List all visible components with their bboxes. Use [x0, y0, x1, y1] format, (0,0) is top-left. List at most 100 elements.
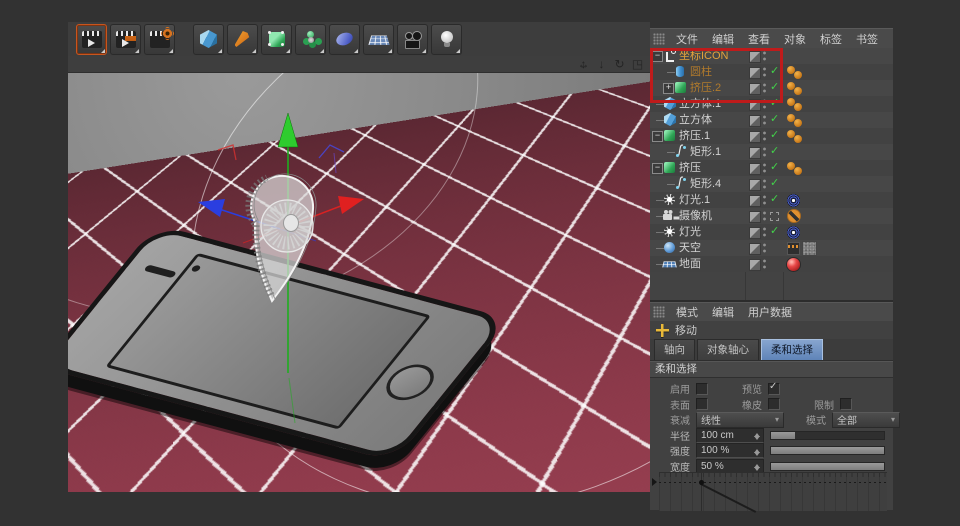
curve-keyframe-point[interactable]	[699, 480, 704, 485]
object-row[interactable]: 地面	[650, 256, 893, 272]
light-tool-button[interactable]	[431, 24, 462, 55]
visibility-dots[interactable]	[762, 162, 767, 174]
falloff-curve[interactable]	[659, 472, 887, 511]
object-row[interactable]: 灯光✓	[650, 224, 893, 240]
visibility-dots[interactable]	[762, 242, 767, 254]
menu-item[interactable]: 用户数据	[741, 307, 799, 319]
plane-handle-red[interactable]	[218, 145, 236, 160]
zoom-icon[interactable]: ↓	[595, 57, 608, 71]
menu-item[interactable]: 书签	[849, 34, 885, 46]
spinner-icon[interactable]	[753, 460, 761, 472]
plane-handle-blue[interactable]	[319, 145, 344, 158]
object-row[interactable]: 立方体✓	[650, 112, 893, 128]
number-input[interactable]: 100 cm	[696, 428, 764, 443]
collapse-icon[interactable]: −	[652, 131, 663, 142]
layer-toggle[interactable]	[749, 179, 761, 191]
object-row[interactable]: 矩形.1✓	[650, 144, 893, 160]
menu-item[interactable]: 查看	[741, 34, 777, 46]
layer-toggle[interactable]	[749, 227, 761, 239]
phong-tag[interactable]	[794, 103, 802, 111]
object-row[interactable]: 天空	[650, 240, 893, 256]
compositing-tag[interactable]	[787, 242, 800, 255]
render-settings-button[interactable]	[144, 24, 175, 55]
menu-item[interactable]: 编辑	[705, 34, 741, 46]
menu-item[interactable]: 文件	[669, 34, 705, 46]
object-row[interactable]: 立方体.1✓	[650, 96, 893, 112]
visibility-dots[interactable]	[762, 146, 767, 158]
y-axis-arrow[interactable]	[278, 113, 298, 147]
phong-tag[interactable]	[794, 135, 802, 143]
tab-轴向[interactable]: 轴向	[654, 339, 695, 360]
layer-toggle[interactable]	[749, 243, 761, 255]
enable-state[interactable]: ✓	[770, 144, 779, 159]
panel-grip-icon[interactable]	[653, 306, 665, 318]
visibility-dots[interactable]	[762, 98, 767, 110]
phong-tag[interactable]	[794, 71, 802, 79]
phong-tag[interactable]	[794, 119, 802, 127]
layer-toggle[interactable]	[749, 51, 761, 63]
collapse-icon[interactable]: −	[652, 51, 663, 62]
layer-toggle[interactable]	[749, 67, 761, 79]
object-row[interactable]: −挤压.1✓	[650, 128, 893, 144]
primitive-cube-button[interactable]	[193, 24, 224, 55]
phong-tag[interactable]	[794, 87, 802, 95]
visibility-dots[interactable]	[762, 258, 767, 270]
slider[interactable]	[770, 431, 885, 440]
enable-state[interactable]: ✓	[770, 224, 779, 239]
layer-toggle[interactable]	[749, 195, 761, 207]
noise-tag[interactable]	[802, 241, 817, 256]
expand-icon[interactable]: +	[663, 83, 674, 94]
slider[interactable]	[770, 446, 885, 455]
visibility-dots[interactable]	[762, 114, 767, 126]
menu-item[interactable]: 对象	[777, 34, 813, 46]
menu-item[interactable]: 编辑	[705, 307, 741, 319]
enable-state[interactable]: ✓	[770, 128, 779, 143]
layer-toggle[interactable]	[749, 259, 761, 271]
menu-item[interactable]: 标签	[813, 34, 849, 46]
light-tag[interactable]	[787, 194, 800, 207]
visibility-dots[interactable]	[762, 210, 767, 222]
visibility-dots[interactable]	[762, 130, 767, 142]
material-red-tag[interactable]	[787, 258, 800, 271]
enable-state[interactable]: ✓	[770, 192, 779, 207]
floor-tool-button[interactable]	[363, 24, 394, 55]
z-axis-arrow[interactable]	[198, 199, 225, 217]
viewport[interactable]	[68, 73, 650, 492]
visibility-dots[interactable]	[762, 226, 767, 238]
checkbox[interactable]	[840, 398, 852, 410]
object-row[interactable]: 矩形.4✓	[650, 176, 893, 192]
object-row[interactable]: 圆柱✓	[650, 64, 893, 80]
visibility-dots[interactable]	[762, 82, 767, 94]
enable-state[interactable]: ✓	[770, 96, 779, 111]
spinner-icon[interactable]	[753, 445, 761, 457]
enable-state[interactable]: ✓	[770, 112, 779, 127]
checkbox[interactable]	[768, 398, 780, 410]
dropdown[interactable]: 全部▾	[832, 412, 900, 428]
checkbox[interactable]	[768, 383, 780, 395]
tab-柔和选择[interactable]: 柔和选择	[761, 339, 823, 360]
enable-state[interactable]	[770, 212, 779, 221]
camera-tool-button[interactable]	[397, 24, 428, 55]
spline-pen-button[interactable]	[227, 24, 258, 55]
subdivision-surface-button[interactable]	[261, 24, 292, 55]
object-row[interactable]: −坐标ICON	[650, 48, 893, 64]
layer-toggle[interactable]	[749, 83, 761, 95]
layer-toggle[interactable]	[749, 99, 761, 111]
deformer-button[interactable]	[295, 24, 326, 55]
layer-toggle[interactable]	[749, 115, 761, 127]
modeling-button[interactable]	[329, 24, 360, 55]
enable-state[interactable]: ✓	[770, 64, 779, 79]
layer-toggle[interactable]	[749, 131, 761, 143]
collapse-icon[interactable]: −	[652, 163, 663, 174]
light-tag[interactable]	[787, 226, 800, 239]
tab-对象轴心[interactable]: 对象轴心	[697, 339, 759, 360]
object-row[interactable]: 摄像机	[650, 208, 893, 224]
object-row[interactable]: 灯光.1✓	[650, 192, 893, 208]
slider[interactable]	[770, 462, 885, 471]
number-input[interactable]: 100 %	[696, 443, 764, 458]
phong-tag[interactable]	[794, 167, 802, 175]
menu-item[interactable]: 模式	[669, 307, 705, 319]
visibility-dots[interactable]	[762, 66, 767, 78]
enable-state[interactable]: ✓	[770, 80, 779, 95]
x-axis-arrow[interactable]	[338, 196, 364, 214]
